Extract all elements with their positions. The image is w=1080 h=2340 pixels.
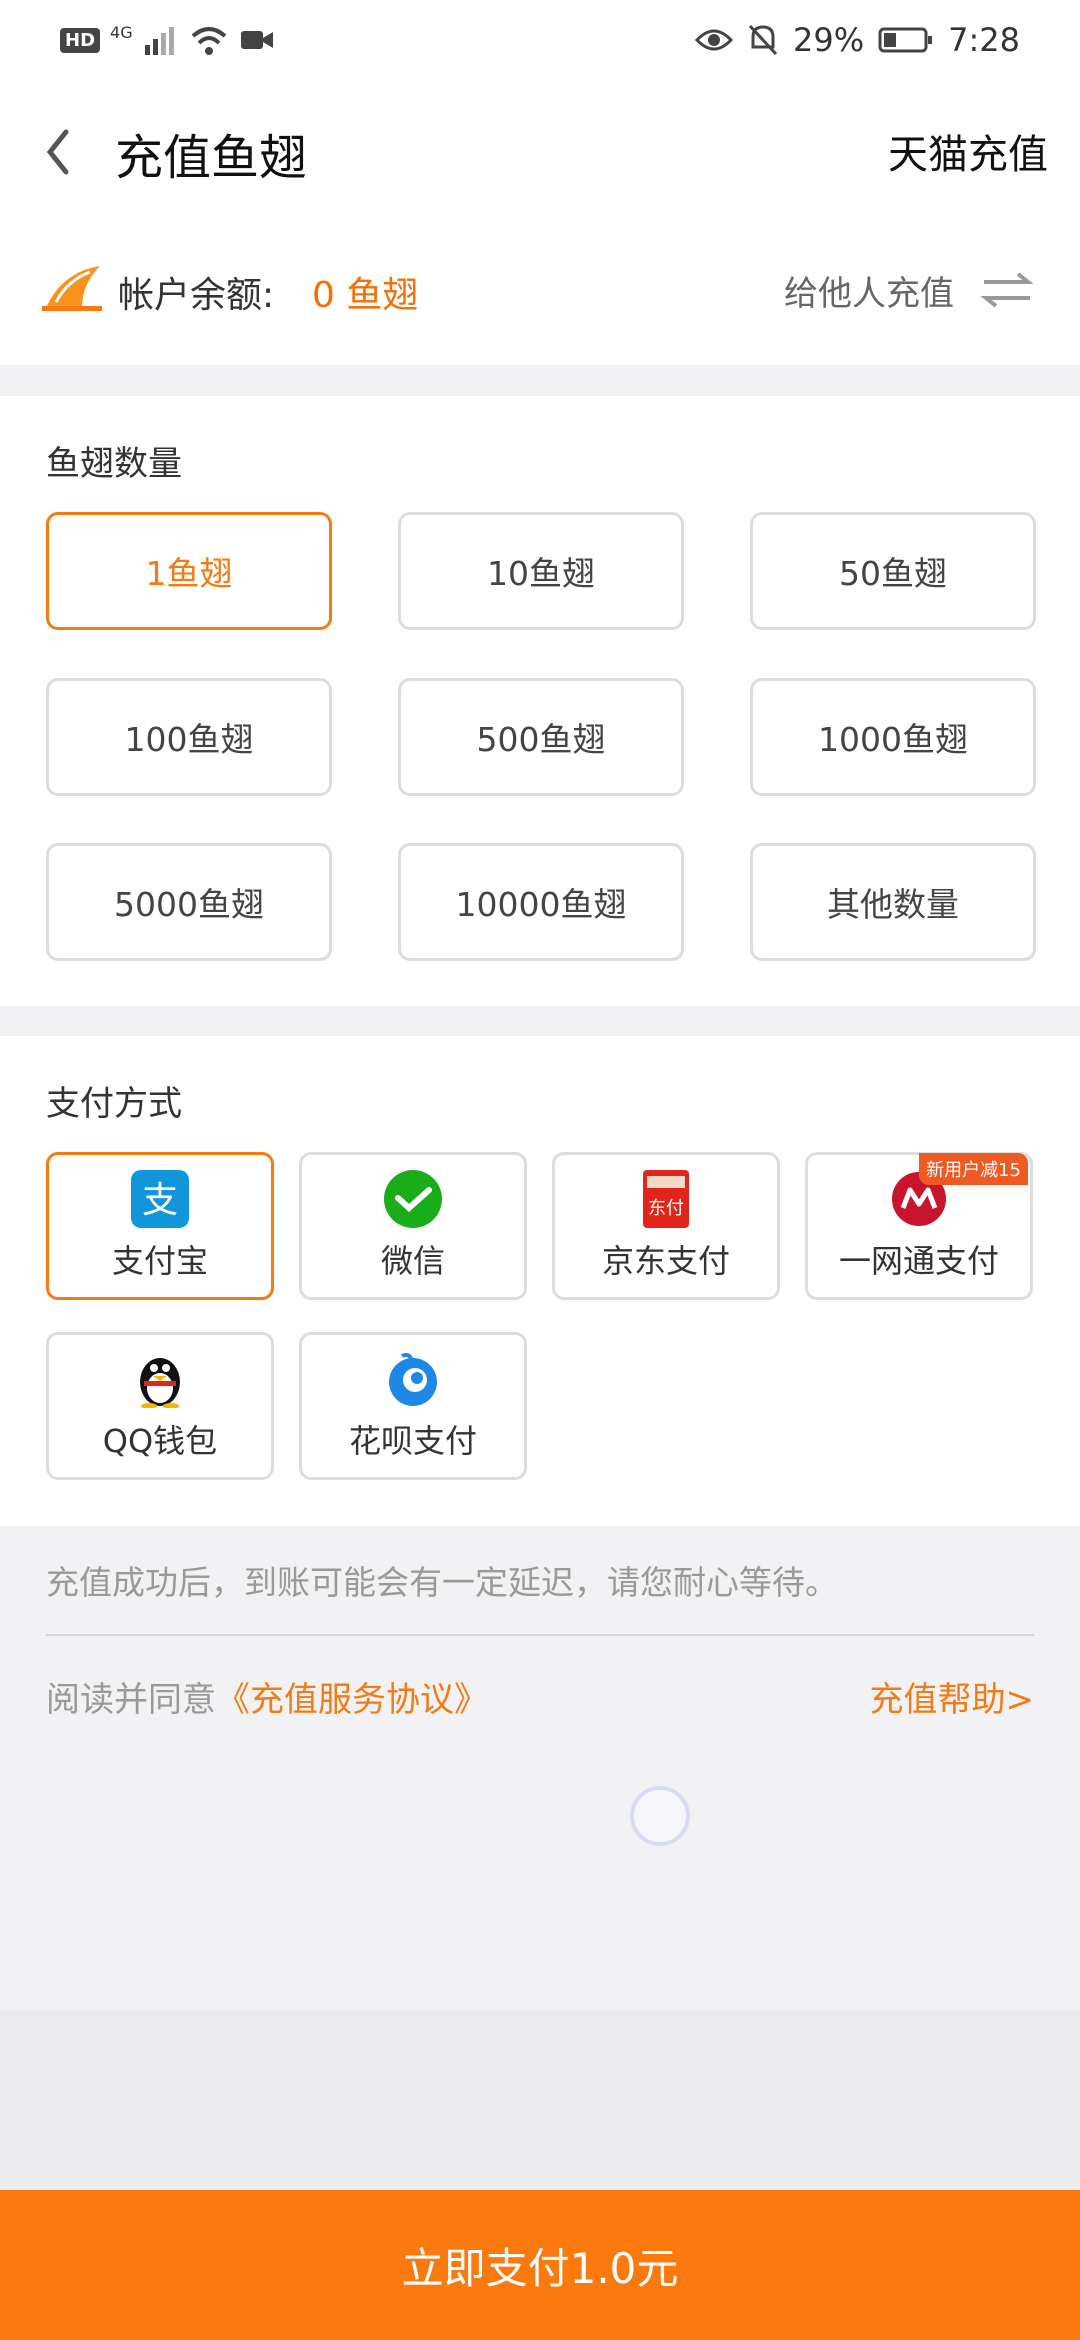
svg-text:东付: 东付 <box>648 1198 684 1219</box>
signal-icon <box>144 27 174 55</box>
eye-icon <box>695 29 734 51</box>
back-arrow-icon[interactable] <box>38 122 78 182</box>
pay-method-label: QQ钱包 <box>102 1422 218 1460</box>
amount-option-500[interactable]: 500鱼翅 <box>398 678 684 796</box>
recharge-help-link[interactable]: 充值帮助> <box>870 1672 1035 1721</box>
amount-option-1[interactable]: 1鱼翅 <box>46 512 332 630</box>
amount-option-10000[interactable]: 10000鱼翅 <box>398 843 684 961</box>
agreement-prefix: 阅读并同意 <box>46 1680 216 1720</box>
status-left: HD 4G <box>60 18 275 62</box>
svg-text:支: 支 <box>142 1180 178 1221</box>
network-label: 4G <box>110 22 133 42</box>
battery-icon <box>878 27 933 53</box>
pay-method-alipay[interactable]: 支 支付宝 <box>46 1152 274 1300</box>
wifi-icon <box>191 27 226 55</box>
pay-method-huabei[interactable]: 花呗支付 <box>299 1332 527 1480</box>
jd-pay-icon: 东付 <box>643 1170 689 1228</box>
tmall-recharge-link[interactable]: 天猫充值 <box>888 122 1048 180</box>
hd-badge: HD <box>60 27 101 53</box>
gift-recharge-link[interactable]: 给他人充值 <box>784 266 954 315</box>
loading-spinner-icon <box>630 1786 690 1846</box>
pay-method-label: 花呗支付 <box>348 1422 477 1460</box>
battery-percent: 29% <box>793 21 865 59</box>
promo-badge: 新用户减15 <box>919 1153 1028 1185</box>
balance-value: 0 鱼翅 <box>312 275 419 316</box>
agreement-row: 阅读并同意《充值服务协议》 <box>46 1672 488 1721</box>
amount-option-10[interactable]: 10鱼翅 <box>398 512 684 630</box>
balance-row: 帐户余额: 0 鱼翅 给他人充值 <box>0 220 1080 365</box>
swap-arrows-icon[interactable] <box>980 268 1034 312</box>
nav-bar: 充值鱼翅 天猫充值 <box>0 80 1080 220</box>
payment-section: 支付方式 支 支付宝 微信 东付 京东支付 新用户减15 一网通支付 QQ钱包 … <box>0 1036 1080 1526</box>
shark-fin-icon <box>42 266 102 311</box>
qq-penguin-icon <box>140 1358 180 1408</box>
alipay-icon: 支 <box>131 1170 189 1228</box>
pay-method-label: 微信 <box>380 1242 445 1280</box>
pay-method-wechat[interactable]: 微信 <box>299 1152 527 1300</box>
delay-notice: 充值成功后，到账可能会有一定延迟，请您耐心等待。 <box>46 1563 838 1602</box>
divider <box>46 1634 1034 1636</box>
pay-method-qq-wallet[interactable]: QQ钱包 <box>46 1332 274 1480</box>
amount-option-50[interactable]: 50鱼翅 <box>750 512 1036 630</box>
service-agreement-link[interactable]: 《充值服务协议》 <box>216 1680 488 1720</box>
pay-now-button[interactable]: 立即支付1.0元 <box>0 2190 1080 2340</box>
huabei-icon <box>389 1352 437 1406</box>
status-bar: HD 4G 29% 7:28 <box>0 0 1080 80</box>
clock: 7:28 <box>948 21 1020 59</box>
pay-method-label: 支付宝 <box>111 1242 208 1280</box>
video-icon <box>240 31 273 49</box>
amount-option-1000[interactable]: 1000鱼翅 <box>750 678 1036 796</box>
amount-section: 鱼翅数量 1鱼翅 10鱼翅 50鱼翅 100鱼翅 500鱼翅 1000鱼翅 50… <box>0 396 1080 1006</box>
amount-section-title: 鱼翅数量 <box>46 444 182 484</box>
pay-method-label: 京东支付 <box>601 1242 730 1280</box>
payment-section-title: 支付方式 <box>46 1084 182 1124</box>
pay-method-yiwangtong[interactable]: 新用户减15 一网通支付 <box>805 1152 1033 1300</box>
mute-bell-icon <box>748 24 778 56</box>
wechat-pay-icon <box>384 1170 442 1228</box>
amount-option-100[interactable]: 100鱼翅 <box>46 678 332 796</box>
pay-method-jd[interactable]: 东付 京东支付 <box>552 1152 780 1300</box>
amount-option-5000[interactable]: 5000鱼翅 <box>46 843 332 961</box>
page-title: 充值鱼翅 <box>115 130 308 186</box>
empty-area <box>0 2010 1080 2190</box>
pay-method-label: 一网通支付 <box>838 1242 999 1280</box>
balance-label: 帐户余额: <box>118 275 275 316</box>
status-right: 29% 7:28 <box>695 14 1020 66</box>
amount-option-other[interactable]: 其他数量 <box>750 843 1036 961</box>
